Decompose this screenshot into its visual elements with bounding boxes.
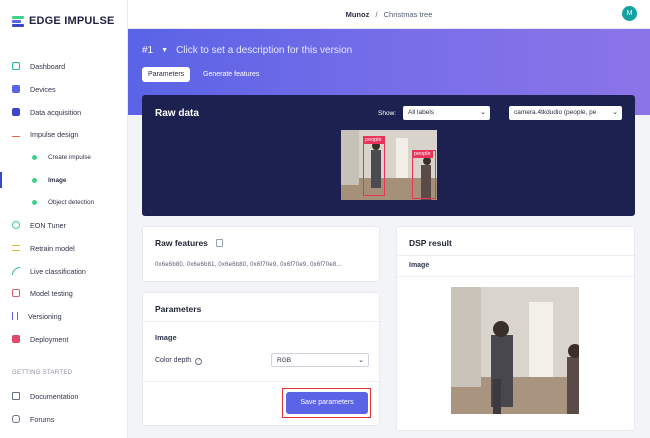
- sidebar: EDGE IMPULSE Dashboard Devices Data acqu…: [0, 0, 128, 438]
- sidebar-item-deployment[interactable]: Deployment: [0, 331, 128, 347]
- checklist-icon: [12, 289, 20, 297]
- divider: [397, 276, 636, 277]
- sidebar-item-label: Devices: [30, 84, 56, 94]
- package-icon: [12, 335, 20, 343]
- sidebar-item-label: Versioning: [28, 311, 62, 321]
- book-icon: [12, 392, 20, 400]
- status-dot-icon: [32, 199, 37, 205]
- shuffle-icon: [12, 245, 20, 251]
- sidebar-item-label: Data acquisition: [30, 107, 82, 117]
- raw-features-title: Raw features: [155, 238, 208, 248]
- sidebar-item-versioning[interactable]: Versioning: [0, 308, 128, 324]
- sidebar-item-forums[interactable]: Forums: [0, 411, 128, 427]
- raw-data-image: people people: [341, 130, 437, 200]
- branch-icon: [12, 312, 18, 320]
- divider: [143, 321, 381, 322]
- chip-icon: [12, 85, 20, 93]
- logo[interactable]: EDGE IMPULSE: [12, 15, 115, 27]
- database-icon: [12, 108, 20, 116]
- chevron-down-icon: ⌄: [358, 357, 364, 364]
- breadcrumb-user[interactable]: Munoz: [346, 10, 370, 19]
- sidebar-item-label: Documentation: [30, 391, 79, 401]
- chevron-down-icon: ⌄: [480, 109, 486, 116]
- sidebar-subitem-image[interactable]: Image: [0, 173, 128, 187]
- sidebar-item-label: Deployment: [30, 334, 69, 344]
- avatar[interactable]: M: [622, 6, 637, 21]
- dsp-result-title: DSP result: [409, 238, 452, 248]
- breadcrumb-separator: /: [375, 10, 378, 19]
- divider: [143, 381, 381, 382]
- version-description[interactable]: Click to set a description for this vers…: [176, 45, 352, 56]
- help-icon[interactable]: ?: [195, 358, 203, 365]
- top-bar: Munoz / Christmas tree M: [128, 0, 650, 29]
- sidebar-item-label: Retrain model: [30, 243, 75, 253]
- tab-generate-features[interactable]: Generate features: [197, 67, 265, 82]
- label-filter-select[interactable]: All labels ⌄: [403, 106, 490, 120]
- tab-parameters[interactable]: Parameters: [142, 67, 191, 82]
- show-label: Show:: [378, 110, 397, 117]
- parameters-title: Parameters: [155, 304, 202, 314]
- divider: [397, 255, 636, 256]
- chevron-down-icon: ⌄: [610, 106, 618, 120]
- breadcrumb-project[interactable]: Christmas tree: [384, 10, 433, 19]
- sidebar-item-live-classification[interactable]: Live classification: [0, 263, 128, 279]
- raw-features-values: 0x6e6b80, 0x6e6b81, 0x6e6b80, 0x6f70e9, …: [155, 262, 343, 268]
- sidebar-item-dashboard[interactable]: Dashboard: [0, 58, 128, 74]
- dsp-result-image: [451, 287, 579, 414]
- status-dot-icon: [32, 154, 37, 160]
- raw-data-card: Raw data Show: All labels ⌄ camera.4tkdu…: [142, 95, 635, 216]
- sidebar-item-model-testing[interactable]: Model testing: [0, 285, 128, 301]
- color-depth-label-text: Color depth: [155, 357, 192, 364]
- sidebar-item-data-acquisition[interactable]: Data acquisition: [0, 104, 128, 120]
- bounding-box: people: [412, 150, 436, 199]
- sample-value: camera.4tkdudio (people, pe: [514, 109, 597, 116]
- color-depth-label: Color depth ?: [155, 357, 203, 365]
- breadcrumb: Munoz / Christmas tree: [128, 10, 650, 19]
- sidebar-item-eon-tuner[interactable]: EON Tuner: [0, 217, 128, 233]
- sidebar-item-label: Forums: [30, 414, 55, 424]
- sidebar-item-label: Live classification: [30, 266, 86, 276]
- tuner-icon: [12, 221, 20, 229]
- pulse-icon: [12, 132, 20, 137]
- section-header-getting-started: GETTING STARTED: [12, 370, 73, 376]
- sidebar-item-label: Model testing: [30, 288, 73, 298]
- label-filter-value: All labels: [408, 109, 435, 116]
- sidebar-item-documentation[interactable]: Documentation: [0, 388, 128, 404]
- bounding-box-label: people: [363, 136, 384, 144]
- sidebar-subitem-label: Create impulse: [48, 153, 91, 161]
- raw-features-card: Raw features 0x6e6b80, 0x6e6b81, 0x6e6b8…: [142, 226, 380, 282]
- sample-select[interactable]: camera.4tkdudio (people, pe ⌄: [509, 106, 622, 120]
- bounding-box-label: people: [412, 150, 433, 158]
- sidebar-subitem-label: Object detection: [48, 198, 95, 206]
- color-depth-select[interactable]: RGB ⌄: [271, 353, 369, 367]
- sidebar-item-label: Dashboard: [30, 61, 66, 71]
- dsp-image-label: Image: [409, 262, 430, 269]
- save-parameters-button[interactable]: Save parameters: [286, 392, 368, 414]
- forum-icon: [12, 415, 20, 423]
- raw-data-title: Raw data: [155, 108, 199, 119]
- sidebar-item-impulse-design[interactable]: Impulse design: [0, 126, 128, 142]
- bounding-box: people: [363, 136, 385, 196]
- status-dot-icon: [32, 177, 37, 183]
- sidebar-subitem-create-impulse[interactable]: Create impulse: [0, 150, 128, 164]
- version-selector[interactable]: #1 ▼ Click to set a description for this…: [142, 45, 352, 56]
- copy-icon[interactable]: [216, 239, 223, 247]
- sidebar-subitem-label: Image: [48, 176, 67, 184]
- caret-down-icon: ▼: [161, 47, 169, 54]
- processed-photo: [451, 287, 579, 414]
- image-section-label: Image: [155, 333, 177, 342]
- color-depth-value: RGB: [277, 357, 292, 364]
- logo-text: EDGE IMPULSE: [29, 15, 115, 27]
- sidebar-item-devices[interactable]: Devices: [0, 81, 128, 97]
- version-number: #1: [142, 45, 154, 56]
- edge-impulse-logo-icon: [12, 15, 24, 27]
- sidebar-subitem-object-detection[interactable]: Object detection: [0, 195, 128, 209]
- sidebar-item-label: EON Tuner: [30, 220, 66, 230]
- sidebar-item-retrain-model[interactable]: Retrain model: [0, 240, 128, 256]
- signal-icon: [12, 267, 20, 275]
- monitor-icon: [12, 62, 20, 70]
- sidebar-item-label: Impulse design: [30, 129, 79, 139]
